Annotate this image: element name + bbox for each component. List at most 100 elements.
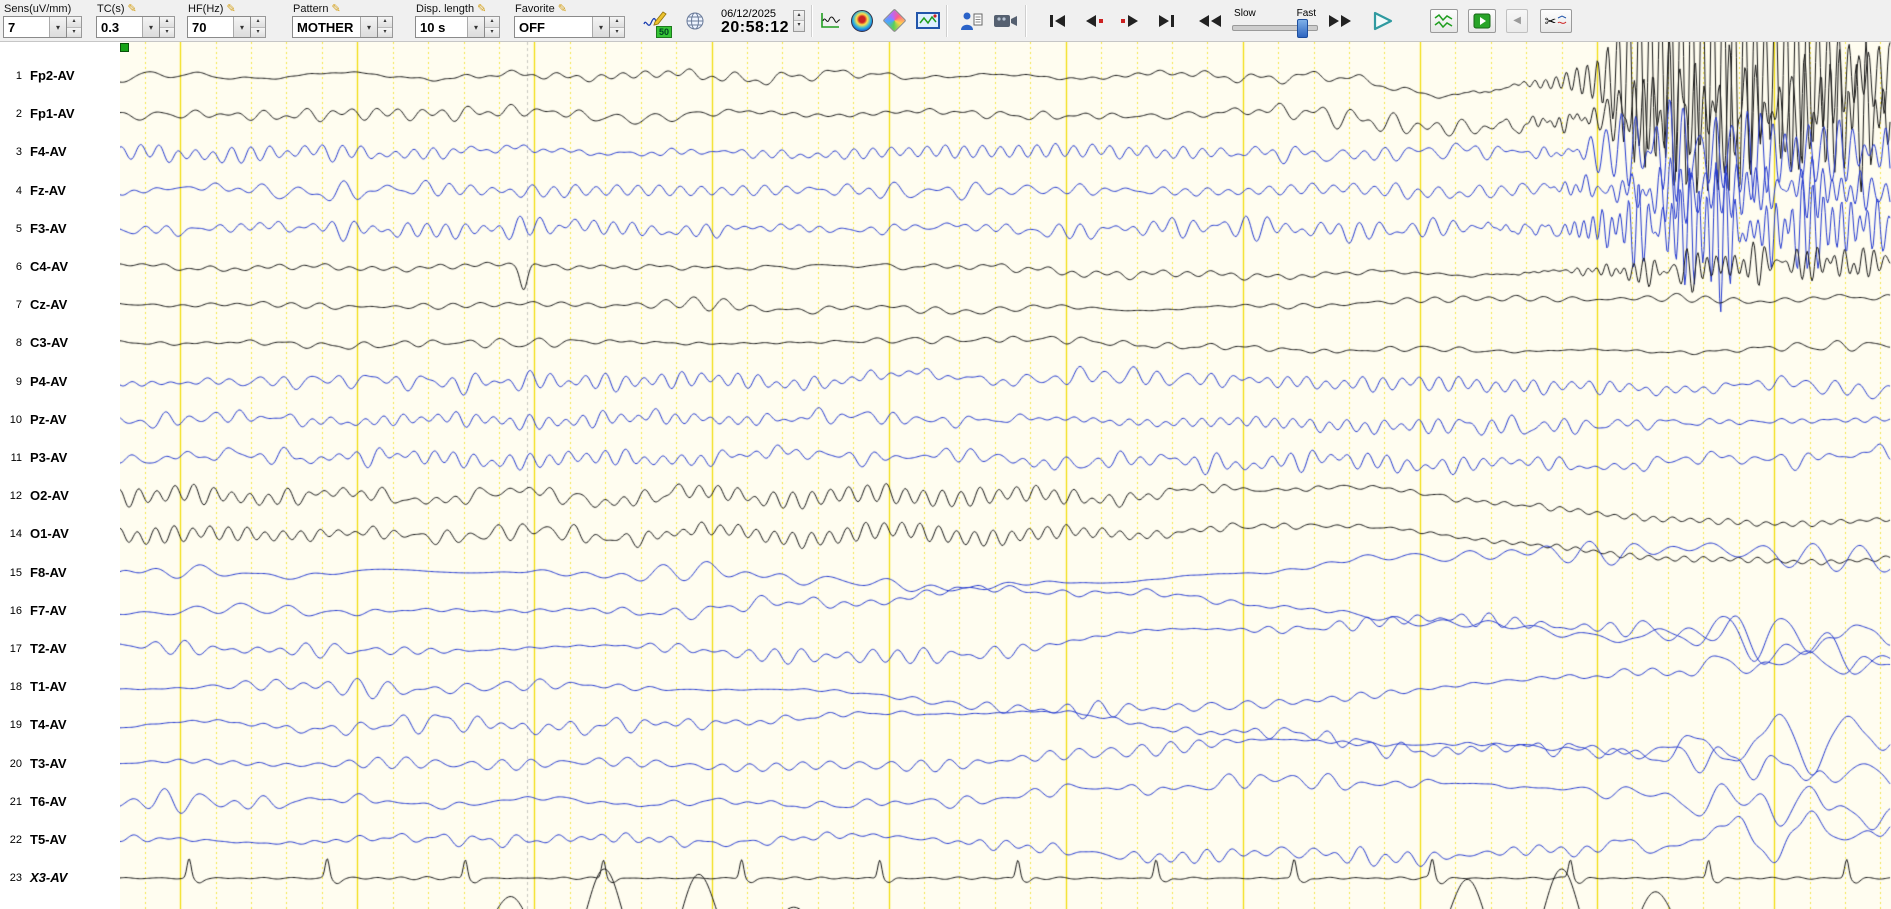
channel-row[interactable]: 2 Fp1-AV	[0, 104, 118, 124]
skip-start-icon	[1050, 14, 1066, 27]
slow-label: Slow	[1234, 8, 1256, 19]
chevron-down-icon[interactable]: ▾	[233, 17, 250, 37]
spin-down-icon[interactable]: ▾	[251, 27, 265, 37]
video-button[interactable]	[993, 7, 1019, 35]
hf-combobox[interactable]: 70 ▾	[187, 16, 251, 38]
channel-row[interactable]: 16 F7-AV	[0, 601, 118, 621]
review-monitor-button[interactable]	[1430, 8, 1459, 33]
channel-row[interactable]: 11 P3-AV	[0, 448, 118, 468]
fast-rewind-button[interactable]	[1198, 7, 1222, 35]
spectral-map-button[interactable]	[882, 7, 907, 35]
eeg-canvas[interactable]	[120, 42, 1891, 909]
waveform-display-button[interactable]	[818, 7, 842, 35]
spin-up-icon[interactable]: ▴	[378, 17, 392, 28]
spin-up-icon[interactable]: ▴	[251, 17, 265, 28]
step-forward-button[interactable]	[1118, 7, 1142, 35]
slider-thumb[interactable]	[1297, 19, 1309, 38]
hf-control: HF(Hz) ✎ 70 ▾ ▴ ▾	[187, 1, 266, 41]
channel-row[interactable]: 3 F4-AV	[0, 142, 118, 162]
chevron-down-icon[interactable]: ▾	[467, 17, 484, 37]
spin-up-icon[interactable]: ▴	[794, 10, 805, 21]
pattern-spinner[interactable]: ▴ ▾	[378, 16, 393, 38]
edit-pencil-icon[interactable]: ✎	[558, 4, 567, 15]
pattern-combobox[interactable]: MOTHER ▾	[292, 16, 378, 38]
channel-row[interactable]: 14 O1-AV	[0, 524, 118, 544]
skip-to-start-button[interactable]	[1046, 7, 1070, 35]
display-length-combobox[interactable]: 10 s ▾	[415, 16, 485, 38]
back-page-button[interactable]: ◀	[1506, 8, 1529, 33]
chevron-down-icon[interactable]: ▾	[142, 17, 159, 37]
spin-up-icon[interactable]: ▴	[160, 17, 174, 28]
slider-track[interactable]	[1232, 19, 1319, 38]
edit-pencil-icon[interactable]: ✎	[128, 4, 137, 15]
speed-slider[interactable]: Slow Fast	[1232, 8, 1319, 38]
brain-topography-icon	[851, 9, 874, 32]
channel-number: 8	[15, 337, 22, 350]
channel-row[interactable]: 22 T5-AV	[0, 830, 118, 850]
tc-combobox[interactable]: 0.3 ▾	[96, 16, 160, 38]
channel-row[interactable]: 10 Pz-AV	[0, 410, 118, 430]
spin-down-icon[interactable]: ▾	[485, 27, 499, 37]
channel-row[interactable]: 4 Fz-AV	[0, 181, 118, 201]
auto-play-button[interactable]	[1468, 8, 1497, 33]
brain-map-button[interactable]	[850, 7, 874, 35]
edit-pencil-icon[interactable]: ✎	[477, 4, 486, 15]
hf-spinner[interactable]: ▴ ▾	[251, 16, 266, 38]
play-button[interactable]	[1370, 7, 1396, 35]
sens-combobox[interactable]: 7 ▾	[3, 16, 67, 38]
chevron-down-icon[interactable]: ▾	[592, 17, 609, 37]
spin-down-icon[interactable]: ▾	[67, 27, 81, 37]
clip-export-button[interactable]: ✂	[1540, 8, 1573, 33]
channel-row[interactable]: 8 C3-AV	[0, 333, 118, 353]
channel-row[interactable]: 17 T2-AV	[0, 639, 118, 659]
spin-down-icon[interactable]: ▾	[610, 27, 624, 37]
time-spinner[interactable]: ▴ ▾	[793, 9, 806, 32]
channel-row[interactable]: 5 F3-AV	[0, 219, 118, 239]
channel-label: T3-AV	[30, 755, 67, 771]
fast-forward-button[interactable]	[1328, 7, 1352, 35]
sens-control: Sens(uV/mm) 7 ▾ ▴ ▾	[3, 1, 82, 41]
patient-info-button[interactable]	[959, 7, 983, 35]
skip-to-end-button[interactable]	[1154, 7, 1178, 35]
channel-row[interactable]: 19 T4-AV	[0, 715, 118, 735]
favorite-combobox[interactable]: OFF ▾	[514, 16, 610, 38]
spin-up-icon[interactable]: ▴	[610, 17, 624, 28]
spin-down-icon[interactable]: ▾	[378, 27, 392, 37]
channel-row[interactable]: 12 O2-AV	[0, 486, 118, 506]
channel-row[interactable]: 1 Fp2-AV	[0, 66, 118, 86]
eeg-viewer: 1 Fp2-AV 2 Fp1-AV 3 F4-AV 4 Fz-AV 5 F3-AV 6 C4-AV 7 C…	[0, 42, 1891, 909]
channel-number: 20	[9, 757, 22, 770]
channel-row[interactable]: 15 F8-AV	[0, 563, 118, 583]
channel-row[interactable]: 6 C4-AV	[0, 257, 118, 277]
spin-up-icon[interactable]: ▴	[485, 17, 499, 28]
chevron-down-icon[interactable]: ▾	[49, 17, 66, 37]
channel-label: F8-AV	[30, 564, 67, 580]
notch-filter-button[interactable]: 50	[643, 7, 672, 38]
channel-row[interactable]: 9 P4-AV	[0, 372, 118, 392]
edit-pencil-icon[interactable]: ✎	[226, 4, 235, 15]
tc-spinner[interactable]: ▴ ▾	[160, 16, 175, 38]
sens-spinner[interactable]: ▴ ▾	[67, 16, 82, 38]
green-play-icon	[1473, 13, 1491, 28]
pattern-label: Pattern ✎	[293, 3, 341, 15]
trend-screen-button[interactable]	[916, 7, 941, 35]
spin-up-icon[interactable]: ▴	[67, 17, 81, 28]
channel-row[interactable]: 23 X3-AV	[0, 868, 118, 888]
spin-down-icon[interactable]: ▾	[160, 27, 174, 37]
display-length-spinner[interactable]: ▴ ▾	[485, 16, 500, 38]
step-back-button[interactable]	[1082, 7, 1106, 35]
channel-row[interactable]: 20 T3-AV	[0, 754, 118, 774]
channel-row[interactable]: 21 T6-AV	[0, 792, 118, 812]
sens-label: Sens(uV/mm)	[4, 3, 72, 15]
channel-row[interactable]: 18 T1-AV	[0, 677, 118, 697]
fast-rewind-icon	[1199, 14, 1222, 27]
channel-number: 11	[10, 452, 22, 464]
photic-globe-button[interactable]	[683, 7, 707, 35]
chevron-down-icon[interactable]: ▾	[360, 17, 377, 37]
channel-row[interactable]: 7 Cz-AV	[0, 295, 118, 315]
edit-pencil-icon[interactable]: ✎	[331, 4, 340, 15]
favorite-spinner[interactable]: ▴ ▾	[610, 16, 625, 38]
patient-info-icon	[961, 12, 983, 30]
globe-icon	[686, 12, 704, 29]
spin-down-icon[interactable]: ▾	[794, 21, 805, 31]
